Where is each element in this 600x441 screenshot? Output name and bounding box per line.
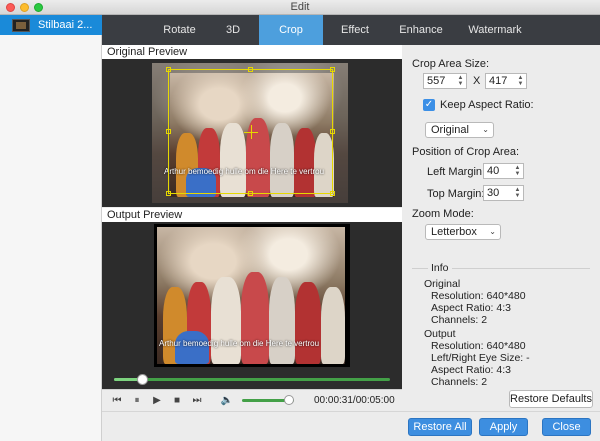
info-output-eye-size: Left/Right Eye Size: - [431, 352, 530, 364]
left-margin-label: Left Margin: [427, 166, 486, 178]
bottom-action-bar: Restore All Apply Close [102, 411, 600, 441]
top-margin-value: 30 [487, 187, 500, 199]
crop-handle-right[interactable] [330, 129, 335, 134]
letterbox-frame: Arthur bemoedig hulle om die Here te ver… [154, 224, 350, 367]
original-preview-pane: Arthur bemoedig hulle om die Here te ver… [102, 59, 402, 207]
crop-center-crosshair-v [251, 125, 252, 139]
crop-area-size-label: Crop Area Size: [412, 58, 490, 70]
info-original-aspect: Aspect Ratio: 4:3 [431, 302, 511, 314]
keep-aspect-label: Keep Aspect Ratio: [440, 99, 534, 111]
crop-position-label: Position of Crop Area: [412, 146, 520, 158]
crop-width-field[interactable]: 557 ▲ ▼ [423, 73, 467, 89]
crop-height-value: 417 [489, 75, 508, 87]
output-preview-pane: Arthur bemoedig hulle om die Here te ver… [102, 222, 402, 369]
info-output-aspect: Aspect Ratio: 4:3 [431, 364, 511, 376]
stop-icon[interactable]: ■ [168, 392, 186, 410]
crop-size-separator: X [473, 75, 481, 87]
output-subtitle: Arthur bemoedig hulle om die Here te ver… [159, 339, 320, 348]
edit-tab-bar: Rotate 3D Crop Effect Enhance Watermark [102, 15, 600, 45]
volume-knob[interactable] [283, 395, 294, 405]
crop-height-stepper-icon[interactable]: ▲ ▼ [517, 75, 524, 87]
crop-width-stepper-icon[interactable]: ▲ ▼ [457, 75, 464, 87]
window-close-button[interactable] [6, 3, 15, 12]
info-output-resolution: Resolution: 640*480 [431, 340, 526, 352]
zoom-mode-value: Letterbox [431, 226, 477, 238]
crop-width-value: 557 [427, 75, 446, 87]
chevron-down-icon: ⌄ [489, 227, 496, 236]
close-button[interactable]: Close [542, 418, 591, 436]
crop-handle-left[interactable] [166, 129, 171, 134]
crop-handle-bottom-left[interactable] [166, 191, 171, 196]
tab-enhance[interactable]: Enhance [387, 15, 455, 45]
left-margin-stepper-icon[interactable]: ▲ ▼ [514, 165, 521, 177]
timecode: 00:00:31/00:05:00 [314, 395, 395, 406]
crop-handle-top-left[interactable] [166, 67, 171, 72]
output-video-frame: Arthur bemoedig hulle om die Here te ver… [157, 227, 345, 364]
window-zoom-button[interactable] [34, 3, 43, 12]
volume-slider[interactable] [242, 395, 294, 405]
restore-defaults-button[interactable]: Restore Defaults [509, 390, 593, 408]
top-margin-field[interactable]: 30 ▲ ▼ [483, 185, 524, 201]
crop-height-field[interactable]: 417 ▲ ▼ [485, 73, 527, 89]
crop-handle-top-right[interactable] [330, 67, 335, 72]
aspect-ratio-value: Original [431, 124, 469, 136]
restore-all-button[interactable]: Restore All [408, 418, 472, 436]
tab-watermark[interactable]: Watermark [455, 15, 535, 45]
chevron-down-icon: ⌄ [482, 125, 489, 134]
apply-button[interactable]: Apply [479, 418, 528, 436]
original-preview-label: Original Preview [102, 45, 402, 59]
timeline-track[interactable] [114, 378, 390, 381]
info-original-title: Original [424, 278, 461, 290]
playback-controls: ⏮ ⏸ ▶ ■ ⏭ 🔈 00:00:31/00:05:00 [102, 389, 402, 411]
window-title: Edit [290, 1, 310, 13]
window-minimize-button[interactable] [20, 3, 29, 12]
timeline-scrubber[interactable] [136, 374, 148, 385]
top-margin-stepper-icon[interactable]: ▲ ▼ [514, 187, 521, 199]
volume-icon[interactable]: 🔈 [218, 392, 236, 410]
zoom-mode-select[interactable]: Letterbox ⌄ [425, 224, 501, 240]
keep-aspect-checkbox[interactable]: ✓ [423, 99, 435, 111]
pause-icon[interactable]: ⏸ [128, 392, 146, 410]
info-title: Info [428, 262, 452, 274]
sidebar-item-file[interactable]: Stilbaai 2... [0, 15, 102, 35]
left-margin-value: 40 [487, 165, 500, 177]
crop-handle-bottom[interactable] [248, 191, 253, 196]
crop-handle-bottom-right[interactable] [330, 191, 335, 196]
play-icon[interactable]: ▶ [148, 392, 166, 410]
zoom-mode-label: Zoom Mode: [412, 208, 474, 220]
tab-rotate[interactable]: Rotate [152, 15, 207, 45]
aspect-ratio-select[interactable]: Original ⌄ [425, 122, 494, 138]
tab-3d[interactable]: 3D [207, 15, 259, 45]
skip-back-icon[interactable]: ⏮ [108, 392, 126, 410]
video-thumbnail-icon [12, 18, 30, 32]
crop-handle-top[interactable] [248, 67, 253, 72]
timeline-area [102, 369, 402, 389]
title-bar: Edit [0, 0, 600, 15]
info-original-resolution: Resolution: 640*480 [431, 290, 526, 302]
info-original-channels: Channels: 2 [431, 314, 488, 326]
output-preview-label: Output Preview [102, 208, 402, 222]
tab-crop[interactable]: Crop [259, 15, 323, 45]
info-output-channels: Channels: 2 [431, 376, 488, 388]
file-sidebar: Stilbaai 2... [0, 15, 102, 441]
info-output-title: Output [424, 328, 456, 340]
left-margin-field[interactable]: 40 ▲ ▼ [483, 163, 524, 179]
top-margin-label: Top Margin: [427, 188, 485, 200]
crop-settings-panel: Crop Area Size: 557 ▲ ▼ X 417 ▲ ▼ ✓ Keep A… [402, 45, 600, 411]
tab-effect[interactable]: Effect [323, 15, 387, 45]
file-name-label: Stilbaai 2... [38, 19, 93, 31]
skip-forward-icon[interactable]: ⏭ [188, 392, 206, 410]
